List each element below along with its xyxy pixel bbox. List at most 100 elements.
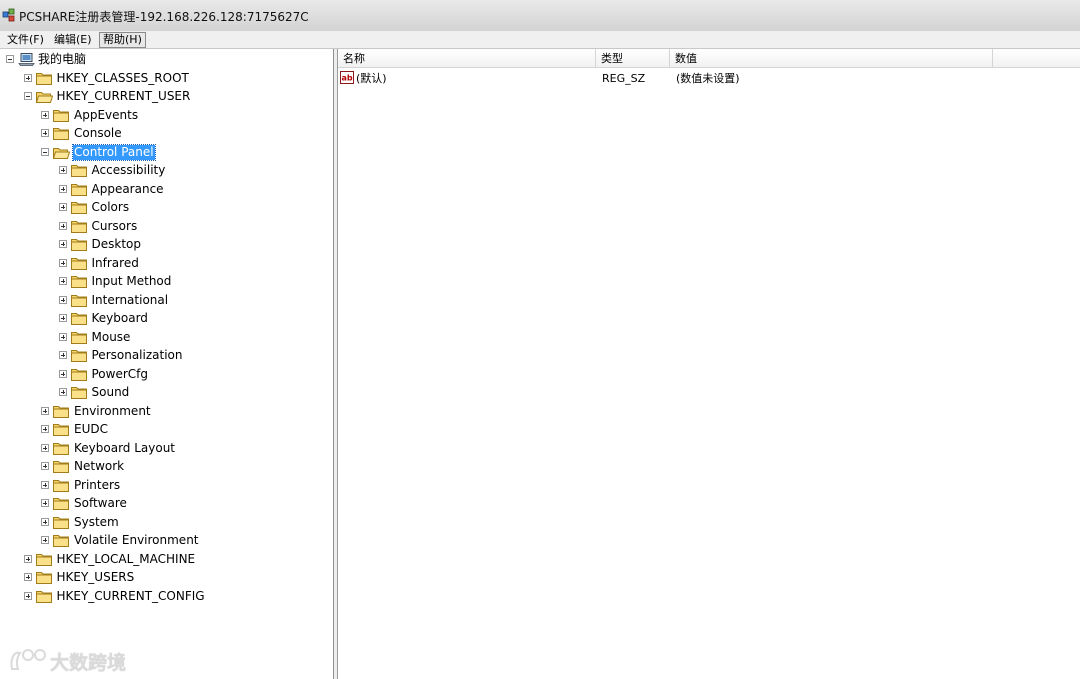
expand-icon[interactable]	[58, 369, 67, 378]
tree-node-infrared[interactable]: Infrared	[0, 255, 330, 273]
tree-node-label[interactable]: Control Panel	[72, 143, 156, 161]
tree-node-colors[interactable]: Colors	[0, 199, 330, 217]
tree-node-label[interactable]: HKEY_CURRENT_CONFIG	[56, 589, 206, 604]
expand-icon[interactable]	[41, 517, 49, 526]
expand-icon[interactable]	[41, 443, 49, 452]
tree-node-label[interactable]: Software	[73, 496, 128, 511]
expand-icon[interactable]	[23, 591, 32, 600]
tree-node-keyboard[interactable]: Keyboard	[0, 310, 330, 328]
expand-icon[interactable]	[58, 184, 67, 193]
menu-file[interactable]: 文件(F)	[3, 32, 48, 48]
expand-icon[interactable]	[23, 73, 32, 82]
tree-node-printers[interactable]: Printers	[0, 477, 330, 495]
menu-edit[interactable]: 编辑(E)	[50, 32, 96, 48]
tree-node-label[interactable]: EUDC	[73, 422, 109, 437]
expand-icon[interactable]	[58, 277, 67, 285]
tree-node-eudc[interactable]: EUDC	[0, 421, 330, 439]
tree-node-label[interactable]: Appearance	[91, 182, 165, 197]
tree-node-label[interactable]: Keyboard Layout	[73, 441, 176, 456]
tree-node-label[interactable]: Accessibility	[91, 163, 167, 178]
tree-node-appevents[interactable]: AppEvents	[0, 107, 330, 125]
tree-node-powercfg[interactable]: PowerCfg	[0, 366, 330, 384]
tree-node-appearance[interactable]: Appearance	[0, 181, 330, 199]
expand-icon[interactable]	[41, 110, 49, 119]
expand-icon[interactable]	[58, 221, 67, 230]
tree-node-label[interactable]: AppEvents	[73, 108, 139, 123]
tree-node-international[interactable]: International	[0, 292, 330, 310]
collapse-icon[interactable]	[6, 55, 14, 63]
column-header-type[interactable]: 类型	[596, 49, 670, 68]
tree-node-hkey-local-machine[interactable]: HKEY_LOCAL_MACHINE	[0, 551, 330, 569]
tree-node-label[interactable]: Sound	[91, 385, 131, 400]
tree-node-label[interactable]: Mouse	[91, 330, 132, 345]
tree-node-label[interactable]: Desktop	[91, 237, 143, 252]
expand-icon[interactable]	[58, 351, 67, 359]
tree-node-input-method[interactable]: Input Method	[0, 273, 330, 291]
tree-node-system[interactable]: System	[0, 514, 330, 532]
expand-icon[interactable]	[23, 573, 32, 581]
value-list[interactable]: 名称 类型 数值 ab (默认) REG_SZ (数值未设置)	[338, 49, 1080, 679]
tree-node-label[interactable]: Volatile Environment	[73, 533, 200, 548]
tree-node-label[interactable]: 我的电脑	[37, 52, 87, 67]
tree-node-network[interactable]: Network	[0, 458, 330, 476]
expand-icon[interactable]	[58, 166, 67, 174]
tree-node-environment[interactable]: Environment	[0, 403, 330, 421]
tree-node-volatile-environment[interactable]: Volatile Environment	[0, 532, 330, 550]
tree-node-desktop[interactable]: Desktop	[0, 236, 330, 254]
tree-node-label[interactable]: HKEY_LOCAL_MACHINE	[56, 552, 197, 567]
tree-node-label[interactable]: HKEY_CLASSES_ROOT	[56, 71, 190, 86]
tree-node-keyboard-layout[interactable]: Keyboard Layout	[0, 440, 330, 458]
column-header-name[interactable]: 名称	[338, 49, 596, 68]
tree-node-hkey-current-user[interactable]: HKEY_CURRENT_USER	[0, 88, 330, 106]
expand-icon[interactable]	[58, 388, 67, 396]
expand-icon[interactable]	[41, 129, 49, 137]
expand-icon[interactable]	[23, 554, 32, 563]
tree-node-mouse[interactable]: Mouse	[0, 329, 330, 347]
tree-node-hkey-classes-root[interactable]: HKEY_CLASSES_ROOT	[0, 70, 330, 88]
expand-icon[interactable]	[41, 480, 49, 489]
expand-icon[interactable]	[58, 258, 67, 267]
registry-tree[interactable]: 我的电脑 HKEY_CLASSES_ROOT HKEY_CURRENT_USER Ap…	[0, 49, 334, 679]
expand-icon[interactable]	[41, 462, 49, 470]
expand-icon[interactable]	[58, 332, 67, 341]
tree-node-personalization[interactable]: Personalization	[0, 347, 330, 365]
tree-node-label[interactable]: System	[73, 515, 120, 530]
expand-icon[interactable]	[58, 203, 67, 211]
tree-node-label[interactable]: Environment	[73, 404, 152, 419]
row-name: (默认)	[356, 72, 387, 85]
tree-node-my-computer[interactable]: 我的电脑	[0, 51, 330, 69]
tree-node-label[interactable]: Colors	[91, 200, 131, 215]
tree-node-hkey-current-config[interactable]: HKEY_CURRENT_CONFIG	[0, 588, 330, 606]
tree-node-label[interactable]: International	[91, 293, 170, 308]
tree-node-label[interactable]: HKEY_CURRENT_USER	[56, 89, 192, 104]
tree-node-software[interactable]: Software	[0, 495, 330, 513]
tree-node-label[interactable]: Keyboard	[91, 311, 149, 326]
tree-node-label[interactable]: Network	[73, 459, 125, 474]
tree-node-console[interactable]: Console	[0, 125, 330, 143]
tree-node-control-panel[interactable]: Control Panel	[0, 143, 330, 162]
expand-icon[interactable]	[58, 314, 67, 322]
collapse-icon[interactable]	[41, 147, 49, 156]
expand-icon[interactable]	[41, 499, 49, 507]
tree-node-sound[interactable]: Sound	[0, 384, 330, 402]
tree-node-label[interactable]: Personalization	[91, 348, 184, 363]
tree-node-label[interactable]: HKEY_USERS	[56, 570, 136, 585]
tree-node-cursors[interactable]: Cursors	[0, 218, 330, 236]
expand-icon[interactable]	[41, 536, 49, 544]
tree-node-accessibility[interactable]: Accessibility	[0, 162, 330, 180]
row-type: REG_SZ	[602, 72, 646, 85]
tree-node-label[interactable]: PowerCfg	[91, 367, 150, 382]
collapse-icon[interactable]	[23, 92, 32, 100]
expand-icon[interactable]	[41, 425, 49, 433]
tree-node-label[interactable]: Infrared	[91, 256, 140, 271]
menu-help[interactable]: 帮助(H)	[99, 32, 146, 48]
column-header-data[interactable]: 数值	[670, 49, 993, 68]
tree-node-label[interactable]: Printers	[73, 478, 121, 493]
tree-node-label[interactable]: Input Method	[91, 274, 173, 289]
expand-icon[interactable]	[41, 406, 49, 415]
expand-icon[interactable]	[58, 295, 67, 304]
tree-node-label[interactable]: Cursors	[91, 219, 139, 234]
tree-node-label[interactable]: Console	[73, 126, 123, 141]
expand-icon[interactable]	[58, 240, 67, 248]
tree-node-hkey-users[interactable]: HKEY_USERS	[0, 569, 330, 587]
